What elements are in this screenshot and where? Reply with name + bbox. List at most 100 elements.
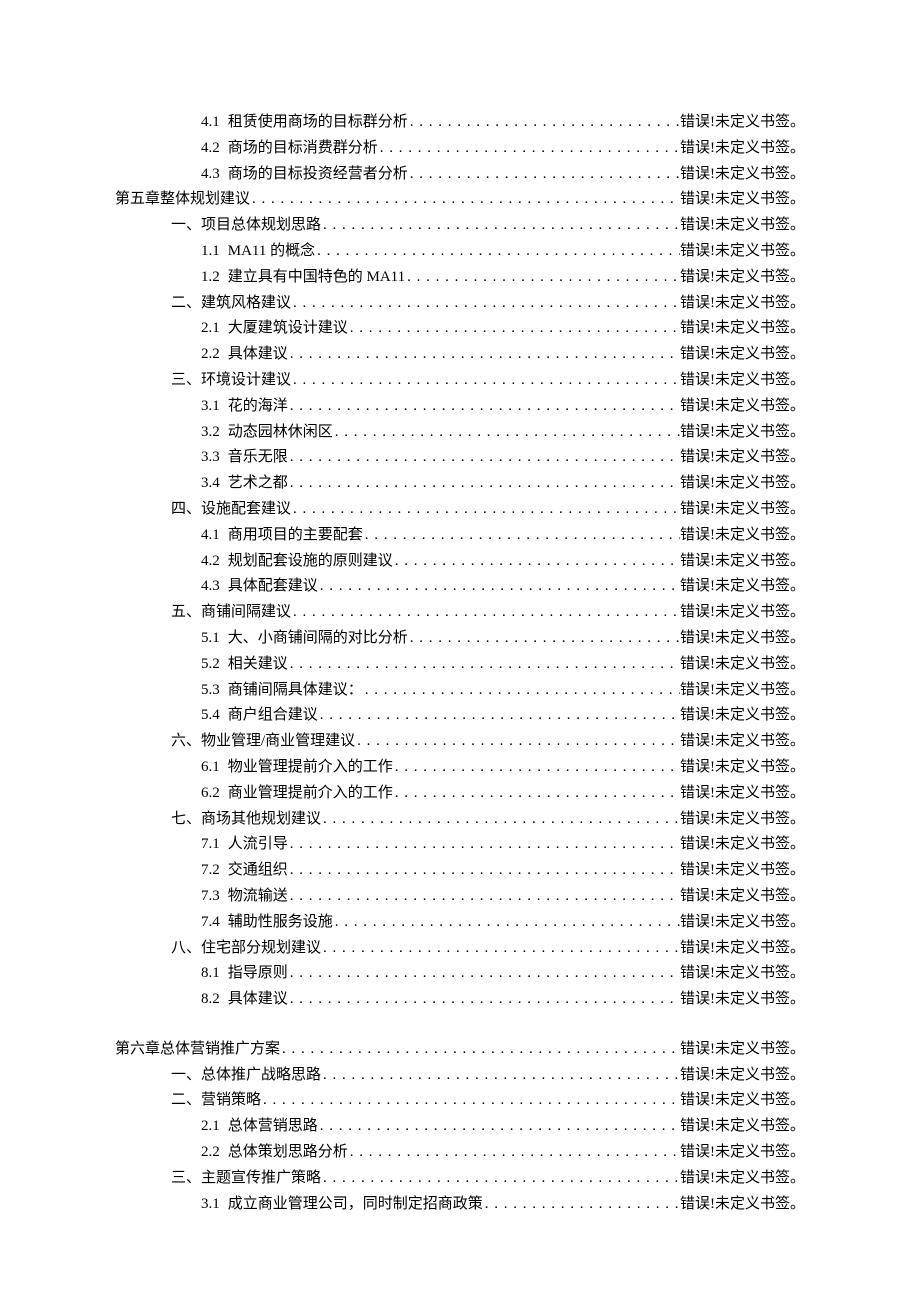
toc-title: 成立商业管理公司，同时制定招商政策 bbox=[228, 1192, 483, 1218]
toc-page-ref: 错误!未定义书签。 bbox=[680, 239, 805, 265]
toc-leader-dots bbox=[291, 600, 680, 626]
toc-page-ref: 错误!未定义书签。 bbox=[680, 755, 805, 781]
toc-num: 4.3 bbox=[201, 574, 220, 600]
toc-entry: 7.4辅助性服务设施错误!未定义书签。 bbox=[115, 910, 805, 936]
toc-title: 大、小商铺间隔的对比分析 bbox=[228, 626, 408, 652]
toc-entry: 一、项目总体规划思路 错误!未定义书签。 bbox=[115, 213, 805, 239]
toc-page-ref: 错误!未定义书签。 bbox=[680, 445, 805, 471]
toc-title: 具体建议 bbox=[228, 342, 288, 368]
toc-num: 7.2 bbox=[201, 858, 220, 884]
toc-title: 租赁使用商场的目标群分析 bbox=[228, 110, 408, 136]
toc-entry: 第六章总体营销推广方案错误!未定义书签。 bbox=[115, 1037, 805, 1063]
toc-leader-dots bbox=[288, 471, 680, 497]
toc-entry: 五、商铺间隔建议错误!未定义书签。 bbox=[115, 600, 805, 626]
toc-page-ref: 错误!未定义书签。 bbox=[680, 110, 805, 136]
toc-title: 大厦建筑设计建议 bbox=[228, 316, 348, 342]
toc-title: 第六章总体营销推广方案 bbox=[115, 1037, 280, 1063]
toc-num: 1.1 bbox=[201, 239, 220, 265]
toc-entry: 4.1租赁使用商场的目标群分析错误!未定义书签。 bbox=[115, 110, 805, 136]
toc-title: 总体策划思路分析 bbox=[228, 1140, 348, 1166]
toc-num: 8.1 bbox=[201, 961, 220, 987]
toc-page-ref: 错误!未定义书签。 bbox=[680, 549, 805, 575]
toc-leader-dots bbox=[288, 342, 680, 368]
toc-title: 五、商铺间隔建议 bbox=[171, 600, 291, 626]
toc-title: 七、商场其他规划建议 bbox=[171, 807, 321, 833]
toc-leader-dots bbox=[408, 626, 680, 652]
toc-page-ref: 错误!未定义书签。 bbox=[680, 574, 805, 600]
toc-title: 八、住宅部分规划建议 bbox=[171, 936, 321, 962]
toc-page-ref: 错误!未定义书签。 bbox=[680, 781, 805, 807]
toc-leader-dots bbox=[288, 445, 680, 471]
toc-entry: 5.2相关建议错误!未定义书签。 bbox=[115, 652, 805, 678]
toc-num: 5.1 bbox=[201, 626, 220, 652]
toc-page-ref: 错误!未定义书签。 bbox=[680, 1166, 805, 1192]
toc-entry: 2.2总体策划思路分析错误!未定义书签。 bbox=[115, 1140, 805, 1166]
toc-title: 具体建议 bbox=[228, 987, 288, 1013]
toc-title: 总体营销思路 bbox=[228, 1114, 318, 1140]
toc-page-ref: 错误!未定义书签。 bbox=[680, 162, 805, 188]
toc-num: 2.1 bbox=[201, 316, 220, 342]
toc-entry: 7.1人流引导错误!未定义书签。 bbox=[115, 832, 805, 858]
toc-entry: 三、环境设计建议错误!未定义书签。 bbox=[115, 368, 805, 394]
toc-title: 商场的目标消费群分析 bbox=[228, 136, 378, 162]
toc-leader-dots bbox=[321, 1166, 680, 1192]
toc-leader-dots bbox=[261, 1088, 680, 1114]
toc-title: 指导原则 bbox=[228, 961, 288, 987]
toc-num: 4.2 bbox=[201, 549, 220, 575]
toc-title: 物业管理提前介入的工作 bbox=[228, 755, 393, 781]
toc-leader-dots bbox=[321, 213, 680, 239]
toc-page-ref: 错误!未定义书签。 bbox=[680, 678, 805, 704]
toc-entry: 5.1大、小商铺间隔的对比分析错误!未定义书签。 bbox=[115, 626, 805, 652]
toc-leader-dots bbox=[291, 291, 680, 317]
toc-entry: 四、设施配套建议 错误!未定义书签。 bbox=[115, 497, 805, 523]
toc-page-ref: 错误!未定义书签。 bbox=[680, 1063, 805, 1089]
toc-page-ref: 错误!未定义书签。 bbox=[680, 1114, 805, 1140]
toc-entry: 7.3物流输送错误!未定义书签。 bbox=[115, 884, 805, 910]
toc-title: 四、设施配套建议 bbox=[171, 497, 291, 523]
toc-num: 5.4 bbox=[201, 703, 220, 729]
toc-title: 交通组织 bbox=[228, 858, 288, 884]
toc-entry: 3.4艺术之都错误!未定义书签。 bbox=[115, 471, 805, 497]
toc-leader-dots bbox=[333, 420, 680, 446]
toc-page-ref: 错误!未定义书签。 bbox=[680, 807, 805, 833]
toc-page-ref: 错误!未定义书签。 bbox=[680, 265, 805, 291]
toc-page-ref: 错误!未定义书签。 bbox=[680, 523, 805, 549]
toc-title: 建立具有中国特色的 MA11 bbox=[228, 265, 405, 291]
toc-title: 一、总体推广战略思路 bbox=[171, 1063, 321, 1089]
toc-entry: 六、物业管理/商业管理建议错误!未定义书签。 bbox=[115, 729, 805, 755]
toc-title: 音乐无限 bbox=[228, 445, 288, 471]
toc-leader-dots bbox=[408, 110, 680, 136]
toc-page-ref: 错误!未定义书签。 bbox=[680, 497, 805, 523]
toc-entry: 二、营销策略错误!未定义书签。 bbox=[115, 1088, 805, 1114]
toc-leader-dots bbox=[333, 910, 680, 936]
toc-num: 2.1 bbox=[201, 1114, 220, 1140]
toc-leader-dots bbox=[355, 729, 680, 755]
toc-title: 商用项目的主要配套 bbox=[228, 523, 363, 549]
toc-num: 7.4 bbox=[201, 910, 220, 936]
toc-page-ref: 错误!未定义书签。 bbox=[680, 213, 805, 239]
toc-entry: 5.3商铺间隔具体建议：错误!未定义书签。 bbox=[115, 678, 805, 704]
toc-leader-dots bbox=[321, 1063, 680, 1089]
toc-title: 一、项目总体规划思路 bbox=[171, 213, 321, 239]
toc-page-ref: 错误!未定义书签。 bbox=[680, 471, 805, 497]
toc-num: 6.2 bbox=[201, 781, 220, 807]
toc-leader-dots bbox=[291, 368, 680, 394]
toc-num: 2.2 bbox=[201, 1140, 220, 1166]
toc-leader-dots bbox=[405, 265, 680, 291]
toc-page-ref: 错误!未定义书签。 bbox=[680, 703, 805, 729]
toc-leader-dots bbox=[378, 136, 680, 162]
toc-leader-dots bbox=[288, 652, 680, 678]
toc-num: 3.1 bbox=[201, 394, 220, 420]
toc-entry: 二、建筑风格建议错误!未定义书签。 bbox=[115, 291, 805, 317]
toc-entry: 2.1大厦建筑设计建议错误!未定义书签。 bbox=[115, 316, 805, 342]
toc-leader-dots bbox=[318, 703, 680, 729]
toc-entry: 4.3商场的目标投资经营者分析错误!未定义书签。 bbox=[115, 162, 805, 188]
toc-entry: 8.1指导原则错误!未定义书签。 bbox=[115, 961, 805, 987]
toc-title: 商铺间隔具体建议： bbox=[228, 678, 363, 704]
toc-page-ref: 错误!未定义书签。 bbox=[680, 652, 805, 678]
toc-num: 5.2 bbox=[201, 652, 220, 678]
toc-leader-dots bbox=[321, 807, 680, 833]
toc-num: 7.1 bbox=[201, 832, 220, 858]
toc-num: 8.2 bbox=[201, 987, 220, 1013]
toc-title: 规划配套设施的原则建议 bbox=[228, 549, 393, 575]
